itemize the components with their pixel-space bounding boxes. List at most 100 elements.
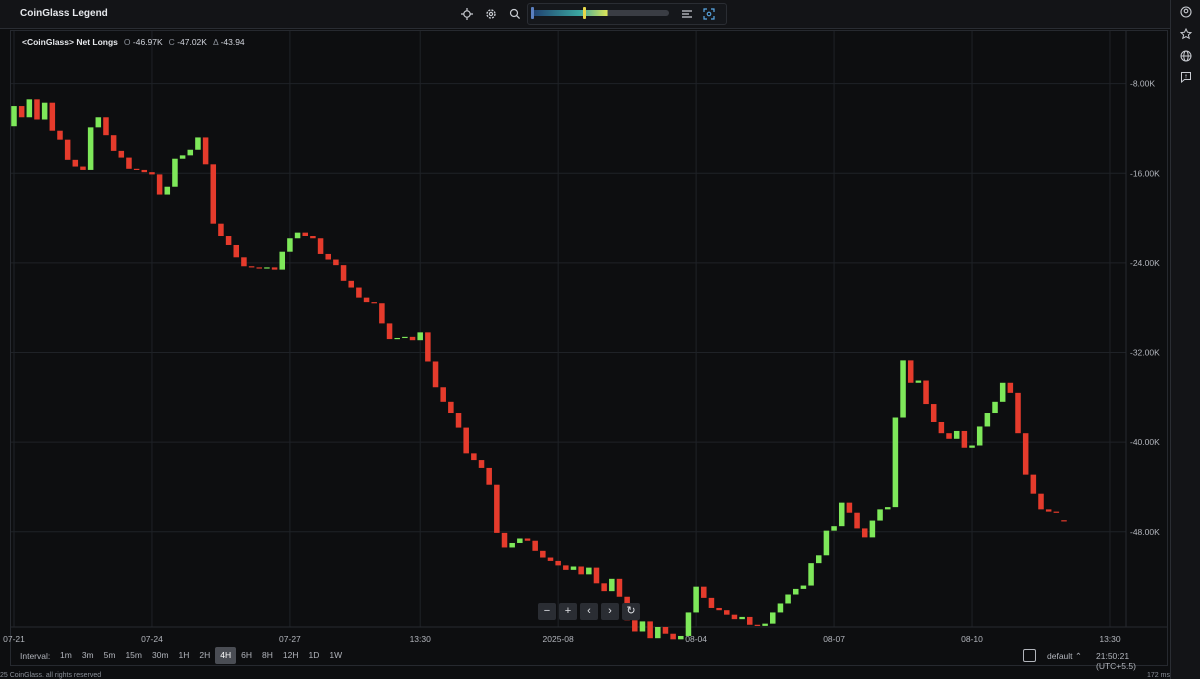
candle-down [907,360,914,383]
candle-down [310,236,316,239]
candle-up [877,509,883,521]
candle-up [509,542,515,548]
candle-up [287,238,293,252]
candle-down [340,265,347,281]
candle-down [141,169,148,173]
candle-down [463,427,469,454]
candle-down [593,567,600,584]
x-tick-label: 13:30 [1099,634,1121,644]
scroll-right-button[interactable]: › [601,603,619,620]
candle-down [724,610,730,615]
candlestick-chart[interactable]: -8.00K -16.00K -24.00K -32.00K -40.00K -48.00… [0,0,1170,646]
interval-15m[interactable]: 15m [120,647,147,664]
candle-down [210,164,217,224]
candle-down [149,172,155,175]
scroll-left-button[interactable]: ‹ [580,603,598,620]
interval-4h[interactable]: 4H [215,647,237,664]
candle-up [95,117,102,128]
candle-up [264,267,270,269]
candle-down [57,130,63,140]
interval-6h[interactable]: 6H [236,647,257,664]
legend-delta-value: -43.94 [220,37,245,47]
candle-down [103,117,109,136]
candle-up [402,336,408,339]
candle-down [647,621,653,639]
candle-up [953,430,960,439]
reset-chart-button[interactable]: ↻ [622,603,640,620]
candle-down [494,484,500,533]
candle-down [478,460,485,468]
candle-down [333,259,339,266]
bottom-toolbar: Interval: 1m 3m 5m 15m 30m 1H 2H 4H 6H 8H 12H 1D 1W … [10,646,1168,671]
candle-down [1053,511,1060,513]
candle-down [379,303,385,324]
candle-down [156,174,163,195]
candle-down [317,238,324,254]
candle-up [279,251,286,270]
theme-select[interactable]: default ⌃ [1047,651,1082,662]
candle-up [586,567,592,575]
candle-up [777,603,784,613]
legend-series-name: <CoinGlass> Net Longs [22,37,118,47]
globe-icon[interactable] [1178,48,1194,64]
interval-5m[interactable]: 5m [99,647,121,664]
account-icon[interactable] [1178,4,1194,20]
candle-up [739,616,745,620]
feedback-icon[interactable] [1178,69,1194,85]
candle-up [179,155,186,159]
candle-down [440,387,446,402]
interval-8h[interactable]: 8H [257,647,278,664]
interval-12h[interactable]: 12H [278,647,304,664]
candle-up [808,563,814,586]
candle-up [815,555,822,564]
candle-up [517,538,523,543]
candle-down [325,253,331,260]
candle-up [900,360,906,418]
candle-up [892,417,899,508]
candle-down [110,135,117,151]
candle-down [72,159,79,167]
candle-down [126,157,132,169]
layout-toggle-checkbox[interactable] [1023,649,1036,662]
candle-down [356,287,362,298]
zoom-out-button[interactable]: − [538,603,556,620]
candle-up [394,337,400,340]
interval-2h[interactable]: 2H [194,647,215,664]
candle-up [655,627,661,639]
copyright-text: 25 CoinGlass. all rights reserved [0,672,102,679]
x-tick-label: 2025-08 [543,634,574,644]
candle-up [800,585,807,589]
candle-up [294,232,301,239]
candle-down [547,557,554,561]
x-tick-label: 07-27 [279,634,301,644]
candle-down [747,616,753,625]
interval-1h[interactable]: 1H [174,647,195,664]
y-tick-label: -16.00K [1130,168,1160,178]
candle-down [455,413,462,428]
candle-down [133,168,140,170]
candle-down [555,560,561,566]
legend-close-label: C [168,37,175,47]
interval-1w[interactable]: 1W [324,647,347,664]
candle-up [992,401,998,414]
candle-down [861,528,868,538]
zoom-in-button[interactable]: + [559,603,577,620]
interval-1m[interactable]: 1m [55,647,77,664]
candle-down [716,607,722,611]
candle-up [976,426,983,446]
candle-down [448,401,454,414]
y-tick-label: -48.00K [1130,527,1160,537]
candle-up [195,137,201,150]
candle-down [363,297,370,303]
candle-down [662,627,669,634]
candle-down [425,332,431,362]
interval-3m[interactable]: 3m [77,647,99,664]
star-icon[interactable] [1178,26,1194,42]
interval-1d[interactable]: 1D [304,647,325,664]
candle-down [524,538,531,541]
interval-label: Interval: [20,651,51,661]
candle-up [823,530,830,556]
candle-down [432,361,439,388]
x-tick-label: 13:30 [410,634,432,644]
interval-30m[interactable]: 30m [147,647,174,664]
